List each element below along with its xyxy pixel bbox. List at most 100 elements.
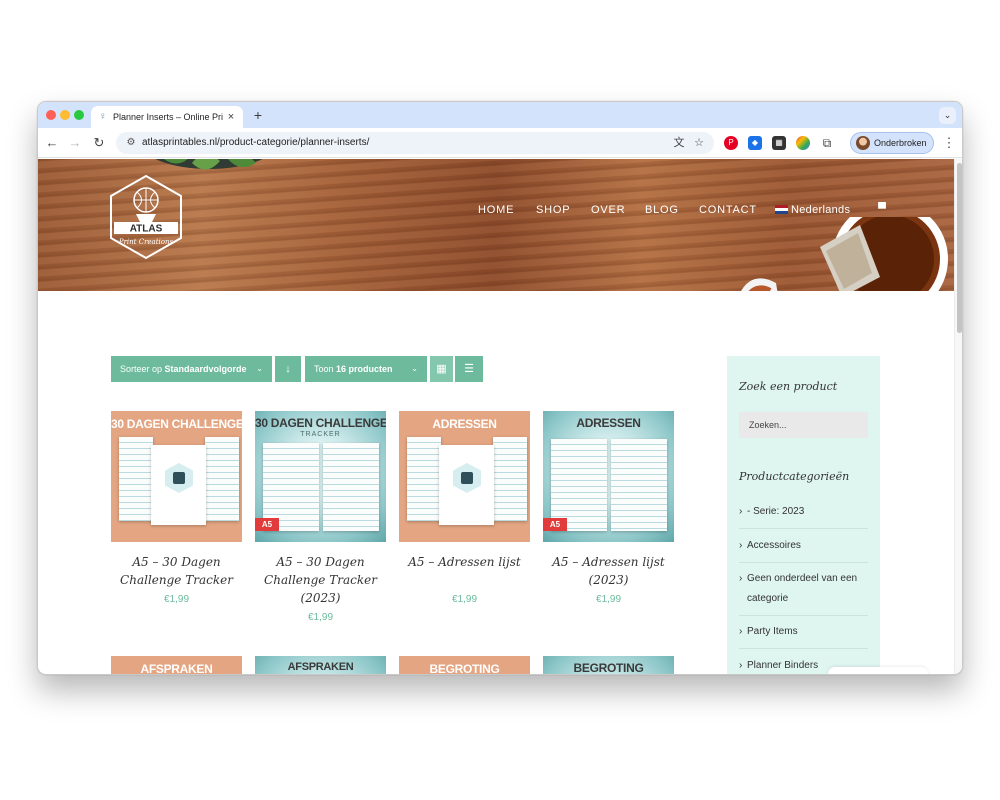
url-text[interactable]: atlasprintables.nl/product-categorie/pla… (142, 136, 369, 150)
profile-label: Onderbroken (874, 138, 927, 148)
language-label: Nederlands (791, 204, 851, 216)
floating-widget-tab[interactable] (828, 667, 928, 674)
close-window-button[interactable] (46, 110, 56, 120)
product-image-title: BEGROTING (429, 662, 500, 675)
product-image-subtitle: TRACKER (300, 431, 341, 438)
page-preview (407, 437, 441, 521)
product-title[interactable]: A5 – Adressen lijst (2023) (543, 553, 674, 589)
category-label: Accessoires (747, 540, 801, 551)
sort-prefix: Sorteer op (120, 364, 165, 374)
logo-text: ATLAS (130, 224, 163, 235)
chevron-right-icon: › (739, 506, 743, 517)
minimize-window-button[interactable] (60, 110, 70, 120)
grid-extension-icon[interactable]: ▦ (772, 136, 786, 150)
product-image[interactable]: 30 DAGEN CHALLENGE TRACKER A5 (255, 411, 386, 542)
product-image[interactable]: ADRESSEN (399, 411, 530, 542)
cart-icon[interactable]: ▀ (875, 202, 889, 216)
product-price: €1,99 (307, 612, 334, 623)
nav-contact[interactable]: CONTACT (699, 203, 757, 217)
search-heading: Zoek een product (739, 380, 838, 393)
product-image[interactable]: ADRESSEN A5 (543, 411, 674, 542)
page-scrollbar[interactable] (954, 159, 962, 674)
translate-icon[interactable]: 文 (672, 136, 686, 150)
nav-over[interactable]: OVER (591, 203, 625, 217)
tea-cup-decoration (741, 217, 948, 291)
bookmark-star-icon[interactable]: ☆ (692, 136, 706, 150)
category-item[interactable]: › - Serie: 2023 (739, 502, 868, 529)
scrollbar-thumb[interactable] (957, 163, 962, 333)
count-prefix: Toon (314, 364, 337, 374)
chevron-down-icon: ⌄ (411, 364, 418, 373)
page-preview (611, 439, 667, 531)
a5-ribbon-badge: A5 (543, 518, 567, 531)
product-image[interactable]: BEGROTING (399, 656, 530, 675)
product-image-title: ADRESSEN (432, 417, 497, 431)
chevron-right-icon: › (739, 660, 743, 671)
tab-close-icon[interactable]: × (224, 110, 238, 124)
page-preview (493, 437, 527, 521)
tab-search-button[interactable]: ⌄ (939, 107, 956, 124)
tag-extension-icon[interactable]: ◆ (748, 136, 762, 150)
fullscreen-window-button[interactable] (74, 110, 84, 120)
product-image-title: AFSPRAKEN (287, 661, 354, 673)
a5-ribbon-badge: A5 (255, 518, 279, 531)
product-image-title: 30 DAGEN CHALLENGE (255, 416, 386, 430)
address-bar[interactable]: ⚙ atlasprintables.nl/product-categorie/p… (116, 132, 714, 154)
globe-favicon-icon: ♀ (99, 111, 107, 122)
category-label: Geen onderdeel van een categorie (747, 573, 858, 604)
nav-blog[interactable]: BLOG (645, 203, 679, 217)
site-header: ATLAS Print Creations HOME SHOP OVER BLO… (38, 159, 954, 291)
category-item[interactable]: › Accessoires (739, 536, 868, 563)
atlas-logo[interactable]: ATLAS Print Creations (108, 174, 184, 260)
chevron-right-icon: › (739, 626, 743, 637)
grid-view-button[interactable]: ▦ (430, 356, 453, 382)
browser-window: ♀ Planner Inserts – Online Printables × … (37, 101, 963, 675)
product-title[interactable]: A5 – 30 Dagen Challenge Tracker (111, 553, 242, 589)
sort-direction-button[interactable]: ↓ (275, 356, 301, 382)
product-image-title: ADRESSEN (576, 416, 641, 430)
tab-active[interactable]: ♀ Planner Inserts – Online Printables × (91, 106, 243, 128)
product-price: €1,99 (451, 594, 478, 605)
chevron-right-icon: › (739, 573, 743, 584)
avatar (856, 136, 870, 150)
new-tab-button[interactable]: + (250, 107, 266, 123)
sort-select[interactable]: Sorteer op Standaardvolgorde ⌄ (111, 356, 272, 382)
list-view-button[interactable]: ☰ (455, 356, 483, 382)
product-image[interactable]: 30 DAGEN CHALLENGE (111, 411, 242, 542)
product-price: €1,99 (163, 594, 190, 605)
reload-button[interactable]: ↻ (90, 134, 108, 152)
tab-title: Planner Inserts – Online Printables (113, 112, 223, 122)
page-viewport: ATLAS Print Creations HOME SHOP OVER BLO… (38, 159, 954, 675)
products-per-page-select[interactable]: Toon 16 producten ⌄ (305, 356, 427, 382)
product-image-title: BEGROTING (573, 661, 644, 675)
profile-button[interactable]: Onderbroken (850, 132, 934, 154)
color-extension-icon[interactable] (796, 136, 810, 150)
page-preview (119, 437, 153, 521)
product-image[interactable]: AFSPRAKEN (111, 656, 242, 674)
page-preview (205, 437, 239, 521)
product-price: €1,99 (595, 594, 622, 605)
product-title[interactable]: A5 – 30 Dagen Challenge Tracker (2023) (255, 553, 386, 607)
category-label: Party Items (747, 626, 798, 637)
category-item[interactable]: › Geen onderdeel van een categorie (739, 569, 868, 616)
extensions-puzzle-icon[interactable]: ⧉ (820, 136, 834, 150)
sort-value: Standaardvolgorde (164, 364, 247, 374)
back-button[interactable]: ← (43, 134, 61, 152)
tab-strip: ♀ Planner Inserts – Online Printables × … (38, 102, 962, 128)
count-value: 16 producten (336, 364, 393, 374)
category-item[interactable]: › Party Items (739, 622, 868, 649)
categories-heading: Productcategorieën (739, 470, 850, 483)
product-title[interactable]: A5 – Adressen lijst (399, 553, 530, 571)
grid-icon: ▦ (436, 363, 447, 375)
browser-menu-icon[interactable]: ⋮ (941, 134, 957, 152)
logo-subtext: Print Creations (118, 238, 174, 246)
nav-home[interactable]: HOME (478, 203, 514, 217)
nav-shop[interactable]: SHOP (536, 203, 570, 217)
pinterest-extension-icon[interactable]: P (724, 136, 738, 150)
product-image[interactable]: AFSPRAKEN (255, 656, 386, 674)
product-image[interactable]: BEGROTING (543, 656, 674, 675)
forward-button[interactable]: → (66, 134, 84, 152)
site-info-icon[interactable]: ⚙ (124, 136, 138, 150)
search-input[interactable]: Zoeken... (739, 412, 868, 438)
language-switcher[interactable]: Nederlands (775, 203, 850, 217)
